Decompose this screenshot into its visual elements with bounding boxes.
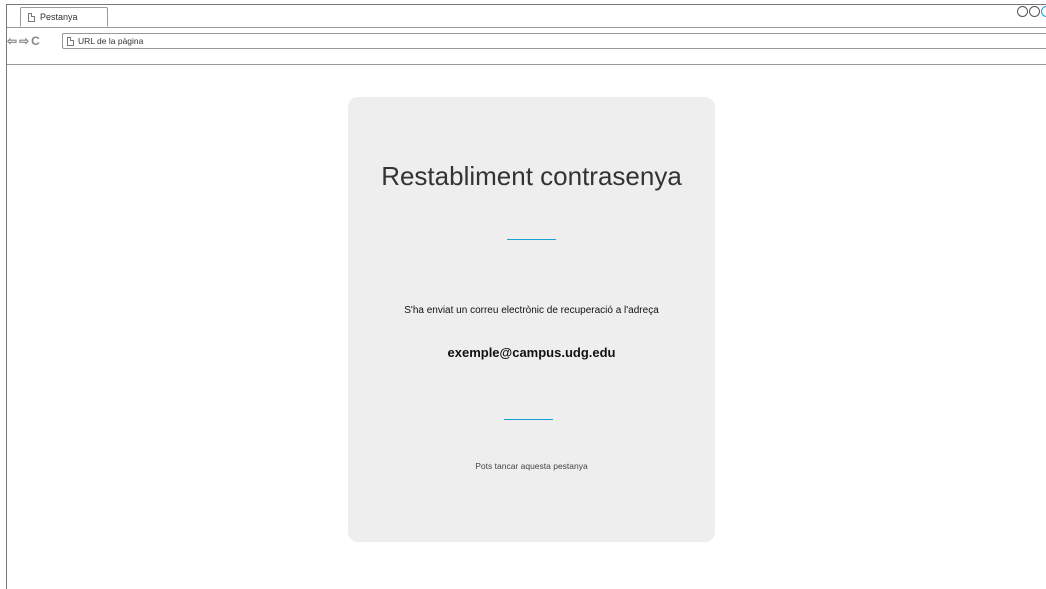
page-title: Restabliment contrasenya	[381, 161, 682, 191]
tab-bar: Pestanya	[7, 5, 1046, 28]
close-circle-icon[interactable]	[1041, 6, 1046, 17]
password-reset-card: Restabliment contrasenya S'ha enviat un …	[348, 97, 715, 542]
title-divider	[507, 239, 556, 240]
arrow-right-icon[interactable]: ⇨	[19, 35, 29, 47]
url-input[interactable]: URL de la pàgina	[62, 33, 1046, 49]
page-icon	[67, 36, 74, 46]
page-icon	[28, 12, 35, 22]
maximize-circle-icon[interactable]	[1029, 6, 1040, 17]
tab-label: Pestanya	[40, 12, 78, 22]
navigation-bar: ⇦ ⇨ C URL de la pàgina	[7, 28, 1046, 65]
refresh-icon[interactable]: C	[31, 35, 40, 47]
closing-note: Pots tancar aquesta pestanya	[475, 461, 588, 471]
recovery-email: exemple@campus.udg.edu	[447, 345, 616, 360]
browser-tab[interactable]: Pestanya	[20, 7, 108, 27]
window-controls	[1017, 6, 1046, 17]
confirmation-message: S'ha enviat un correu electrònic de recu…	[404, 305, 659, 316]
minimize-circle-icon[interactable]	[1017, 6, 1028, 17]
url-placeholder: URL de la pàgina	[78, 36, 144, 46]
section-divider	[504, 419, 553, 420]
arrow-left-icon[interactable]: ⇦	[7, 35, 17, 47]
nav-buttons: ⇦ ⇨ C	[7, 35, 40, 47]
